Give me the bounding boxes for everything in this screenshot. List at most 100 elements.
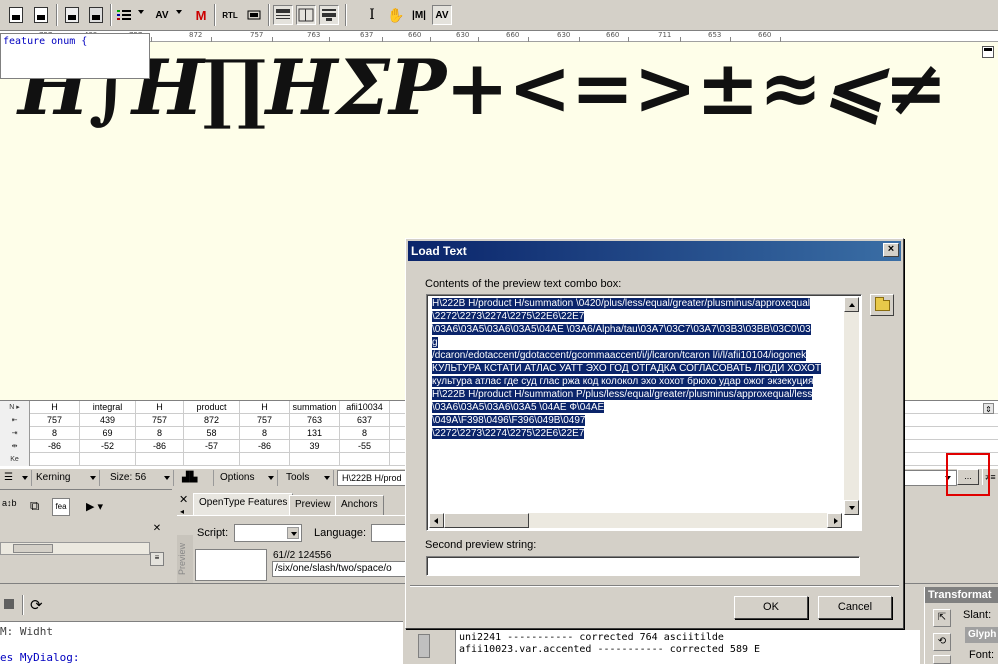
metrics-cell[interactable] [290, 453, 340, 466]
panel-menu-icon[interactable]: ≡ [150, 552, 164, 566]
auto-kerning-icon[interactable]: AV [152, 5, 172, 25]
stop-icon[interactable] [4, 599, 14, 609]
language-select[interactable] [371, 524, 407, 542]
script-select-arrow[interactable] [287, 527, 299, 539]
metrics-cell[interactable]: 131 [290, 427, 340, 440]
panel-close-icon[interactable]: ✕ [179, 493, 188, 506]
list-icon[interactable] [114, 5, 134, 25]
metrics-cell[interactable]: -86 [240, 440, 290, 453]
text-cursor-icon[interactable]: I [362, 5, 382, 25]
metrics-cell[interactable]: 757 [30, 414, 80, 427]
metrics-cell[interactable]: -52 [80, 440, 136, 453]
preview-value-2[interactable]: /six/one/slash/two/space/o [272, 561, 407, 577]
metrics-cell[interactable] [80, 453, 136, 466]
dialog-close-button[interactable]: × [883, 243, 899, 257]
feature-hscroll[interactable] [0, 542, 150, 555]
metrics-cell[interactable] [340, 453, 390, 466]
kerning-mode-icon[interactable]: AV [432, 5, 452, 25]
metrics-cell[interactable] [30, 453, 80, 466]
metrics-mode-icon[interactable]: |M| [409, 5, 429, 25]
kerning-dropdown-icon[interactable] [176, 10, 182, 14]
metrics-cell[interactable]: 763 [290, 414, 340, 427]
run-icon[interactable]: ▶ ▾ [86, 500, 103, 513]
ab-icon[interactable]: a↕b [2, 498, 18, 516]
metrics-cell[interactable]: 39 [290, 440, 340, 453]
metrics-cell[interactable]: 8 [340, 427, 390, 440]
transform-move-icon[interactable]: ⇱ [933, 609, 951, 627]
special-chars-button[interactable]: ≠≡ [982, 469, 998, 485]
metrics-cell[interactable]: -86 [30, 440, 80, 453]
metrics-m-icon[interactable]: M [191, 5, 211, 25]
transformation-title: Transformat [925, 587, 998, 603]
transform-rotate-icon[interactable]: ⟲ [933, 633, 951, 651]
log-scroll-icon[interactable] [418, 634, 430, 658]
script-select[interactable] [234, 524, 302, 542]
import-metrics-icon[interactable] [62, 5, 82, 25]
preview-restore-icon[interactable] [982, 46, 994, 58]
metrics-cell[interactable]: 8 [240, 427, 290, 440]
tab-preview[interactable]: Preview [289, 495, 337, 515]
metrics-cell[interactable] [240, 453, 290, 466]
save-afm-icon[interactable] [31, 5, 51, 25]
open-file-button[interactable] [870, 294, 894, 316]
scroll-down-icon[interactable] [844, 500, 859, 515]
contents-label: Contents of the preview text combo box: [425, 278, 622, 290]
layout-split-icon[interactable] [296, 5, 316, 25]
hand-tool-icon[interactable]: ✋ [386, 5, 406, 25]
metrics-cell[interactable] [184, 453, 240, 466]
cancel-button[interactable]: Cancel [818, 596, 892, 619]
preview-text-textarea[interactable]: H\222B H/product H/summation \0420/plus/… [426, 294, 862, 531]
tab-anchors[interactable]: Anchors [335, 495, 384, 515]
stack-icon[interactable]: ⧉ [30, 498, 48, 516]
ruler-value: 660 [506, 31, 520, 39]
size-dropdown[interactable]: Size: 56 [106, 470, 174, 486]
collapse-icon[interactable]: ✕ [150, 523, 164, 535]
second-preview-input[interactable] [426, 556, 860, 576]
metrics-cell[interactable]: 757 [136, 414, 184, 427]
hscroll-thumb[interactable] [13, 544, 53, 553]
metrics-cell[interactable]: 439 [80, 414, 136, 427]
metrics-scroll-icon[interactable]: ⇕ [983, 403, 994, 414]
tab-opentype-features[interactable]: OpenType Features [193, 493, 294, 515]
metrics-cell[interactable]: 58 [184, 427, 240, 440]
metrics-cell[interactable]: 872 [184, 414, 240, 427]
metrics-cell[interactable]: 637 [340, 414, 390, 427]
metrics-cell[interactable] [136, 453, 184, 466]
scroll-up-icon[interactable] [844, 297, 859, 312]
metrics-cell[interactable]: 69 [80, 427, 136, 440]
feature-code-editor[interactable]: feature onum { [0, 33, 150, 79]
metrics-cell[interactable]: 757 [240, 414, 290, 427]
chart-dropdown[interactable]: ▟▙ [178, 470, 214, 486]
fit-icon[interactable] [244, 5, 264, 25]
tools-dropdown[interactable]: Tools [282, 470, 334, 486]
options-dropdown[interactable]: Options [216, 470, 278, 486]
hscroll-thumb[interactable] [444, 513, 529, 528]
rtl-icon[interactable]: RTL [220, 5, 240, 25]
metrics-cell[interactable]: 8 [136, 427, 184, 440]
load-text-button[interactable]: ... [957, 469, 979, 485]
transform-scale-icon[interactable] [933, 655, 951, 664]
scroll-left-icon[interactable] [429, 513, 444, 528]
metrics-cell[interactable]: -55 [340, 440, 390, 453]
textarea-vscroll[interactable] [844, 297, 859, 515]
metrics-cell[interactable]: 8 [30, 427, 80, 440]
scroll-right-icon[interactable] [827, 513, 842, 528]
textarea-hscroll[interactable] [429, 513, 842, 528]
refresh-icon[interactable]: ⟳ [30, 596, 43, 614]
ruler-value: 660 [606, 31, 620, 39]
kerning-dropdown[interactable]: Kerning [32, 470, 100, 486]
preview-glyph-box[interactable] [195, 549, 267, 581]
lines-menu[interactable]: ☰ [0, 470, 32, 486]
export-metrics-icon[interactable] [86, 5, 106, 25]
ok-button[interactable]: OK [734, 596, 808, 619]
macro-code-editor[interactable]: M: Widht es MyDialog: [0, 621, 403, 664]
layout-bottom-icon[interactable] [319, 5, 339, 25]
fea-file-icon[interactable]: fea [52, 498, 70, 516]
layout-top-icon[interactable] [273, 5, 293, 25]
list-dropdown-icon[interactable] [138, 10, 144, 14]
open-afm-icon[interactable] [6, 5, 26, 25]
ruler-value: 872 [189, 31, 203, 39]
metrics-cell[interactable]: -86 [136, 440, 184, 453]
metrics-cell[interactable]: -57 [184, 440, 240, 453]
combo-dropdown-icon[interactable] [942, 472, 954, 484]
